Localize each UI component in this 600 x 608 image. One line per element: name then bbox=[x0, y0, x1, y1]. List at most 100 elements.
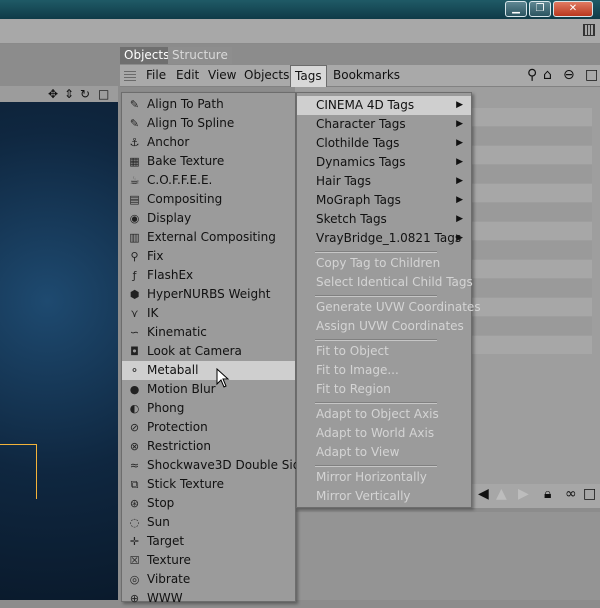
menu-item-align-to-path[interactable]: ✎ Align To Path bbox=[122, 95, 295, 114]
list-row bbox=[470, 317, 592, 335]
submenu-arrow-icon: ▶ bbox=[456, 176, 463, 186]
submenu-mirror-vertically[interactable]: Mirror Vertically bbox=[297, 487, 471, 506]
menu-item-target[interactable]: ✛ Target bbox=[122, 532, 295, 551]
submenu-adapt-to-object-axis[interactable]: Adapt to Object Axis bbox=[297, 405, 471, 424]
menu-item-anchor[interactable]: ⚓ Anchor bbox=[122, 133, 295, 152]
menu-objects[interactable]: Objects bbox=[240, 65, 293, 86]
submenu-arrow-icon: ▶ bbox=[456, 138, 463, 148]
menu-item-fix[interactable]: ⚲ Fix bbox=[122, 247, 295, 266]
list-row bbox=[470, 127, 592, 145]
menu-item-look-at-camera[interactable]: ◘ Look at Camera bbox=[122, 342, 295, 361]
menu-item-vibrate[interactable]: ◎ Vibrate bbox=[122, 570, 295, 589]
menu-item-display[interactable]: ◉ Display bbox=[122, 209, 295, 228]
submenu-mirror-horizontally[interactable]: Mirror Horizontally bbox=[297, 468, 471, 487]
submenu-clothilde-tags[interactable]: Clothilde Tags ▶ bbox=[297, 134, 471, 153]
submenu-sketch-tags[interactable]: Sketch Tags ▶ bbox=[297, 210, 471, 229]
menu-item-texture[interactable]: ☒ Texture bbox=[122, 551, 295, 570]
eye-icon[interactable]: ⊖ bbox=[563, 67, 575, 83]
align-path-icon: ✎ bbox=[129, 98, 140, 111]
menu-item-compositing[interactable]: ▤ Compositing bbox=[122, 190, 295, 209]
menu-item-www[interactable]: ⊕ WWW bbox=[122, 589, 295, 608]
menu-item-hypernurbs-weight[interactable]: ⬢ HyperNURBS Weight bbox=[122, 285, 295, 304]
submenu-copy-tag-to-children[interactable]: Copy Tag to Children bbox=[297, 254, 471, 273]
list-row bbox=[470, 203, 592, 221]
menu-item-align-to-spline[interactable]: ✎ Align To Spline bbox=[122, 114, 295, 133]
stick-texture-icon: ⧉ bbox=[130, 478, 139, 491]
menu-item-restriction[interactable]: ⊗ Restriction bbox=[122, 437, 295, 456]
submenu-fit-to-image[interactable]: Fit to Image... bbox=[297, 361, 471, 380]
close-button[interactable]: ✕ bbox=[553, 1, 593, 17]
maximize-attr-icon[interactable]: □ bbox=[583, 486, 596, 502]
submenu-dynamics-tags[interactable]: Dynamics Tags ▶ bbox=[297, 153, 471, 172]
menu-item-stick-texture[interactable]: ⧉ Stick Texture bbox=[122, 475, 295, 494]
zoom-view-icon[interactable]: ⇕ bbox=[64, 87, 74, 101]
submenu-fit-to-object[interactable]: Fit to Object bbox=[297, 342, 471, 361]
maximize-panel-icon[interactable]: □ bbox=[585, 67, 598, 83]
menu-item-coffee[interactable]: ☕︎ C.O.F.F.E.E. bbox=[122, 171, 295, 190]
restore-icon: ❐ bbox=[535, 3, 545, 14]
menu-item-kinematic[interactable]: ∽ Kinematic bbox=[122, 323, 295, 342]
menu-item-motion-blur[interactable]: ● Motion Blur bbox=[122, 380, 295, 399]
submenu-mograph-tags[interactable]: MoGraph Tags ▶ bbox=[297, 191, 471, 210]
menu-item-flashex[interactable]: ƒ FlashEx bbox=[122, 266, 295, 285]
hypernurbs-weight-icon: ⬢ bbox=[129, 288, 140, 301]
back-arrow-icon[interactable]: ◀ bbox=[478, 486, 489, 502]
maximize-view-icon[interactable]: □ bbox=[98, 87, 109, 101]
rotate-view-icon[interactable]: ↻ bbox=[80, 87, 90, 101]
list-row bbox=[470, 260, 592, 278]
submenu-fit-to-region[interactable]: Fit to Region bbox=[297, 380, 471, 399]
submenu-assign-uvw[interactable]: Assign UVW Coordinates bbox=[297, 317, 471, 336]
restore-button[interactable]: ❐ bbox=[529, 1, 551, 17]
submenu-cinema4d-tags[interactable]: CINEMA 4D Tags ▶ bbox=[297, 96, 471, 115]
tab-objects[interactable]: Objects bbox=[120, 47, 174, 64]
menu-item-metaball[interactable]: ⚬ Metaball bbox=[122, 361, 295, 380]
menu-item-stop[interactable]: ⊛ Stop bbox=[122, 494, 295, 513]
submenu-arrow-icon: ▶ bbox=[456, 233, 463, 243]
menu-item-bake-texture[interactable]: ▦ Bake Texture bbox=[122, 152, 295, 171]
menu-file[interactable]: File bbox=[142, 65, 170, 86]
list-row bbox=[470, 298, 592, 316]
menu-separator bbox=[315, 295, 437, 297]
menu-view[interactable]: View bbox=[204, 65, 240, 86]
menu-separator bbox=[315, 339, 437, 341]
grip-icon[interactable] bbox=[124, 69, 136, 81]
menu-item-external-compositing[interactable]: ▥ External Compositing bbox=[122, 228, 295, 247]
close-icon: ✕ bbox=[568, 3, 578, 14]
menu-item-sun[interactable]: ◌ Sun bbox=[122, 513, 295, 532]
menu-item-shockwave3d[interactable]: ≈ Shockwave3D Double Sided bbox=[122, 456, 315, 475]
menu-edit[interactable]: Edit bbox=[172, 65, 203, 86]
menu-item-protection[interactable]: ⊘ Protection bbox=[122, 418, 295, 437]
home-icon[interactable]: ⌂ bbox=[543, 67, 552, 83]
menu-tags[interactable]: Tags bbox=[290, 65, 327, 87]
layout-grid-icon[interactable] bbox=[583, 24, 595, 36]
submenu-arrow-icon: ▶ bbox=[456, 119, 463, 129]
texture-icon: ☒ bbox=[129, 554, 140, 567]
attributes-panel bbox=[295, 512, 600, 600]
submenu-adapt-to-view[interactable]: Adapt to View bbox=[297, 443, 471, 462]
up-arrow-icon[interactable]: ▲ bbox=[496, 486, 507, 502]
submenu-vraybridge-tags[interactable]: VrayBridge_1.0821 Tags ▶ bbox=[297, 229, 471, 248]
submenu-adapt-to-world-axis[interactable]: Adapt to World Axis bbox=[297, 424, 471, 443]
move-view-icon[interactable]: ✥ bbox=[48, 87, 58, 101]
submenu-select-identical-child-tags[interactable]: Select Identical Child Tags bbox=[297, 273, 473, 292]
align-spline-icon: ✎ bbox=[129, 117, 140, 130]
protection-icon: ⊘ bbox=[129, 421, 140, 434]
forward-arrow-icon[interactable]: ▶ bbox=[518, 486, 529, 502]
menu-separator bbox=[315, 251, 437, 253]
menu-item-phong[interactable]: ◐ Phong bbox=[122, 399, 295, 418]
submenu-hair-tags[interactable]: Hair Tags ▶ bbox=[297, 172, 471, 191]
lock-icon[interactable]: 🔒︎ bbox=[544, 486, 551, 502]
minimize-icon: ▁ bbox=[512, 3, 520, 14]
submenu-character-tags[interactable]: Character Tags ▶ bbox=[297, 115, 471, 134]
3d-viewport[interactable] bbox=[0, 102, 118, 600]
stop-icon: ⊛ bbox=[129, 497, 140, 510]
link-icon[interactable]: ∞ bbox=[565, 486, 577, 502]
submenu-generate-uvw[interactable]: Generate UVW Coordinates bbox=[297, 298, 481, 317]
menu-item-ik[interactable]: ⋎ IK bbox=[122, 304, 295, 323]
submenu-arrow-icon: ▶ bbox=[456, 157, 463, 167]
attribute-toolbar: ◀ ▲ ▶ 🔒︎ ∞ □ bbox=[468, 484, 600, 508]
menu-bookmarks[interactable]: Bookmarks bbox=[329, 65, 404, 86]
minimize-button[interactable]: ▁ bbox=[505, 1, 527, 17]
search-icon[interactable]: ⚲ bbox=[527, 67, 537, 83]
tab-structure[interactable]: Structure bbox=[168, 47, 232, 64]
